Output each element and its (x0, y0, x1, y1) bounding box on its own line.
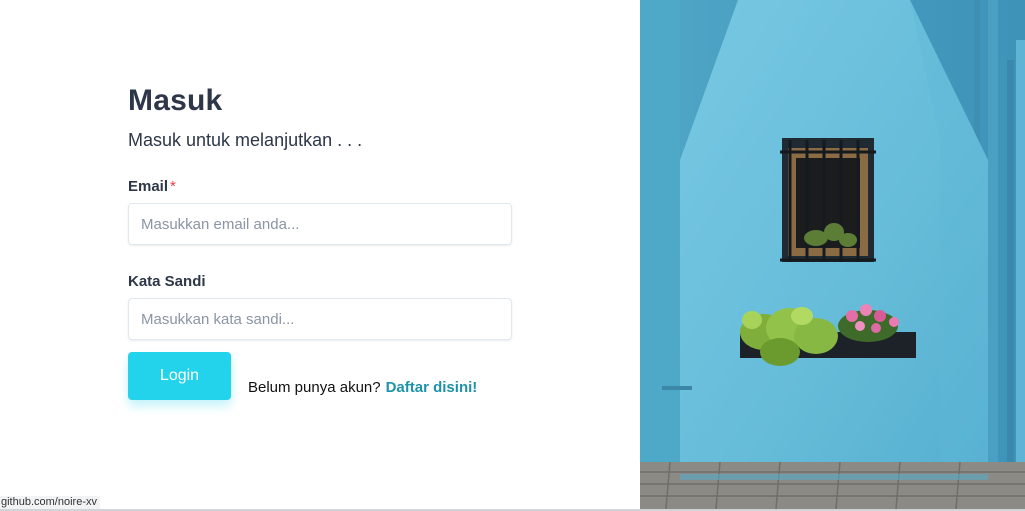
email-label: Email * (128, 178, 512, 196)
wall-base (680, 474, 988, 480)
page-title: Masuk (128, 84, 223, 117)
required-mark: * (170, 178, 176, 195)
status-bar-url: github.com/noire-xv (0, 496, 100, 509)
pipe (1016, 40, 1025, 480)
email-field[interactable] (128, 203, 512, 245)
hero-image (640, 0, 1025, 509)
signup-prompt: Belum punya akun? Daftar disini! (248, 379, 477, 396)
signup-prompt-text: Belum punya akun? (248, 379, 381, 396)
login-form: Masuk Masuk untuk melanjutkan . . . Emai… (128, 84, 512, 400)
small-pipe (662, 386, 692, 390)
page-subtitle: Masuk untuk melanjutkan . . . (128, 130, 363, 150)
left-wall-shade (640, 0, 680, 462)
login-panel: Masuk Masuk untuk melanjutkan . . . Emai… (0, 0, 640, 509)
signup-link[interactable]: Daftar disini! (386, 379, 478, 396)
password-field[interactable] (128, 298, 512, 340)
form-actions: Login Belum punya akun? Daftar disini! (128, 352, 512, 400)
pavement (640, 462, 1025, 509)
password-label: Kata Sandi (128, 273, 206, 290)
login-button[interactable]: Login (128, 352, 231, 400)
pipe (1007, 60, 1014, 480)
email-label-text: Email (128, 178, 169, 195)
pipe (988, 0, 998, 470)
wall-window-photo (640, 0, 1025, 509)
